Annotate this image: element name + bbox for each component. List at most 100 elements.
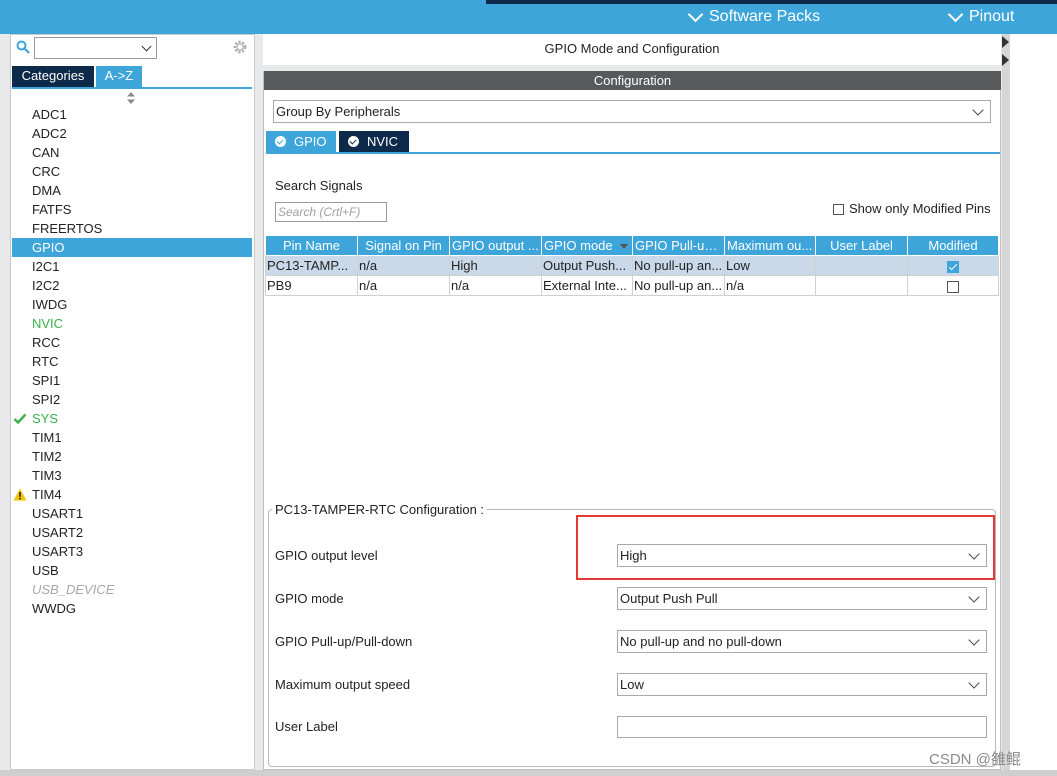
sidebar-item-label: USART1 — [32, 506, 84, 521]
sidebar-item-spi1[interactable]: SPI1 — [12, 371, 252, 390]
warning-icon — [13, 488, 27, 501]
sidebar-item-gpio[interactable]: GPIO — [12, 238, 252, 257]
show-modified-checkbox[interactable]: Show only Modified Pins — [833, 201, 991, 216]
sidebar-item-label: IWDG — [32, 297, 68, 312]
sidebar-item-tim3[interactable]: TIM3 — [12, 466, 252, 485]
sidebar-item-label: I2C2 — [32, 278, 60, 293]
sidebar-item-i2c2[interactable]: I2C2 — [12, 276, 252, 295]
group-by-value: Group By Peripherals — [276, 104, 401, 119]
gpio-pull-select[interactable]: No pull-up and no pull-down — [617, 630, 987, 653]
table-cell: n/a — [357, 255, 450, 276]
sidebar-item-can[interactable]: CAN — [12, 143, 252, 162]
tab-software-packs[interactable]: Software Packs — [686, 6, 821, 26]
sidebar-item-label: USB — [32, 563, 59, 578]
checkbox-icon[interactable] — [833, 204, 844, 216]
column-header[interactable]: Maximum ou... — [724, 235, 816, 256]
sidebar-item-usart3[interactable]: USART3 — [12, 542, 252, 561]
pinout-view-edge — [1010, 34, 1057, 776]
gear-icon[interactable] — [232, 39, 248, 55]
sidebar-item-tim2[interactable]: TIM2 — [12, 447, 252, 466]
sidebar-item-label: CAN — [32, 145, 60, 160]
gpio-mode-value: Output Push Pull — [620, 591, 718, 606]
sidebar-item-usart1[interactable]: USART1 — [12, 504, 252, 523]
sidebar-item-usb-device[interactable]: USB_DEVICE — [12, 580, 252, 599]
table-cell[interactable] — [815, 275, 908, 296]
top-bar — [0, 0, 1057, 34]
modified-checkbox[interactable] — [947, 260, 959, 273]
tab-a-z[interactable]: A->Z — [96, 66, 142, 87]
gpio-pull-value: No pull-up and no pull-down — [620, 634, 782, 649]
sidebar-item-rcc[interactable]: RCC — [12, 333, 252, 352]
sidebar-item-adc1[interactable]: ADC1 — [12, 105, 252, 124]
sidebar-item-tim1[interactable]: TIM1 — [12, 428, 252, 447]
column-header[interactable]: GPIO output ... — [449, 235, 542, 256]
table-cell: n/a — [449, 275, 542, 296]
table-row[interactable]: PB9 n/a n/a External Inte... No pull-up … — [265, 275, 999, 296]
sidebar-item-adc2[interactable]: ADC2 — [12, 124, 252, 143]
tab-categories[interactable]: Categories — [12, 66, 94, 87]
sidebar-item-label: ADC2 — [32, 126, 67, 141]
sidebar-item-label: WWDG — [32, 601, 77, 616]
search-signals-input[interactable]: Search (Crtl+F) — [275, 202, 387, 222]
sidebar-item-fatfs[interactable]: FATFS — [12, 200, 252, 219]
column-header[interactable]: Modified — [907, 235, 999, 256]
top-bar-accent — [486, 0, 1057, 4]
table-cell: n/a — [357, 275, 450, 296]
tab-gpio[interactable]: GPIO — [266, 131, 336, 152]
tab-nvic[interactable]: NVIC — [339, 131, 409, 152]
sidebar-item-label: TIM3 — [32, 468, 62, 483]
column-header[interactable]: GPIO Pull-up... — [632, 235, 725, 256]
sidebar-item-label: I2C1 — [32, 259, 60, 274]
sidebar-item-wwdg[interactable]: WWDG — [12, 599, 252, 618]
tab-underline — [266, 152, 1000, 154]
search-signals-label: Search Signals — [275, 178, 363, 193]
sidebar-item-nvic[interactable]: NVIC — [12, 314, 252, 333]
table-row[interactable]: PC13-TAMP... n/a High Output Push... No … — [265, 255, 999, 276]
sidebar-item-usart2[interactable]: USART2 — [12, 523, 252, 542]
user-label-input[interactable] — [617, 716, 987, 738]
max-output-speed-select[interactable]: Low — [617, 673, 987, 696]
check-circle-icon — [275, 136, 286, 147]
table-cell: Output Push... — [541, 255, 633, 276]
sidebar-item-rtc[interactable]: RTC — [12, 352, 252, 371]
sidebar-item-dma[interactable]: DMA — [12, 181, 252, 200]
sidebar-item-tim4[interactable]: TIM4 — [12, 485, 252, 504]
page-title: GPIO Mode and Configuration — [544, 41, 720, 56]
sidebar-item-sys[interactable]: SYS — [12, 409, 252, 428]
sidebar-item-i2c1[interactable]: I2C1 — [12, 257, 252, 276]
chevron-down-icon — [968, 634, 980, 646]
sidebar-item-label: CRC — [32, 164, 61, 179]
sort-icon[interactable] — [126, 92, 136, 104]
sidebar-item-label: TIM4 — [32, 487, 62, 502]
sidebar-item-freertos[interactable]: FREERTOS — [12, 219, 252, 238]
collapse-handle[interactable] — [1002, 34, 1010, 770]
tab-software-packs-label: Software Packs — [709, 8, 821, 25]
sidebar-item-label: FREERTOS — [32, 221, 103, 236]
sidebar-item-iwdg[interactable]: IWDG — [12, 295, 252, 314]
peripheral-search-combo[interactable] — [34, 37, 157, 59]
column-header[interactable]: Pin Name — [265, 235, 358, 256]
table-cell[interactable] — [815, 255, 908, 276]
column-header[interactable]: User Label — [815, 235, 908, 256]
chevron-down-icon — [968, 591, 980, 603]
search-icon[interactable] — [16, 40, 30, 54]
group-by-select[interactable]: Group By Peripherals — [273, 100, 991, 123]
sidebar-item-crc[interactable]: CRC — [12, 162, 252, 181]
column-header-sorted[interactable]: GPIO mode — [541, 235, 633, 256]
bottom-strip — [0, 770, 1057, 776]
chevron-right-icon — [1002, 36, 1009, 66]
modified-checkbox[interactable] — [947, 280, 959, 293]
table-cell: Low — [724, 255, 816, 276]
sidebar-item-usb[interactable]: USB — [12, 561, 252, 580]
sidebar-item-label: USB_DEVICE — [32, 582, 115, 597]
chevron-down-icon — [687, 6, 704, 23]
table-cell: External Inte... — [541, 275, 633, 296]
sidebar-item-label: SPI1 — [32, 373, 61, 388]
column-header[interactable]: Signal on Pin — [357, 235, 450, 256]
table-cell: PB9 — [265, 275, 358, 296]
gpio-mode-select[interactable]: Output Push Pull — [617, 587, 987, 610]
max-output-speed-value: Low — [620, 677, 644, 692]
sidebar-item-spi2[interactable]: SPI2 — [12, 390, 252, 409]
gpio-pull-label: GPIO Pull-up/Pull-down — [275, 634, 413, 649]
tab-pinout[interactable]: Pinout — [946, 6, 1014, 26]
